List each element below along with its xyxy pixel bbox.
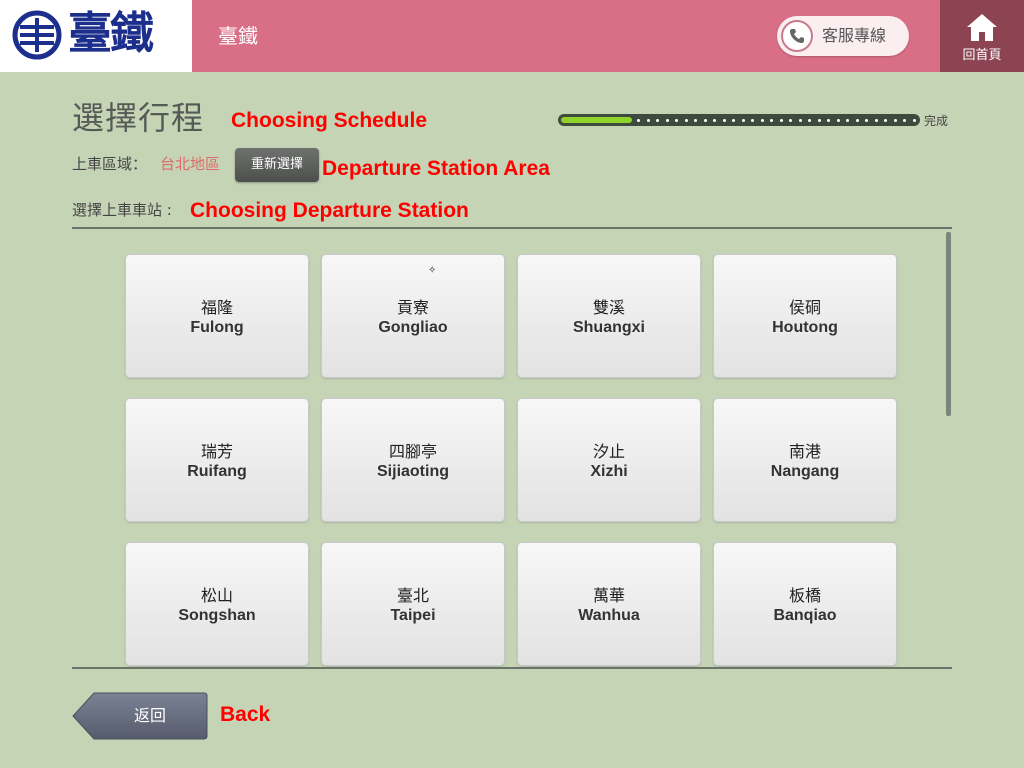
progress-bar xyxy=(558,114,920,126)
progress-step-dot xyxy=(808,119,811,122)
station-button[interactable]: 福隆 Fulong xyxy=(125,254,309,378)
station-name-en: Wanhua xyxy=(578,607,640,624)
station-button[interactable]: 萬華 Wanhua xyxy=(517,542,701,666)
progress-step-dot xyxy=(837,119,840,122)
station-name-cn: 雙溪 xyxy=(592,298,625,317)
phone-icon xyxy=(781,20,813,52)
station-button[interactable]: 南港 Nangang xyxy=(713,398,897,522)
home-icon xyxy=(967,14,997,41)
station-name-en: Houtong xyxy=(772,319,838,336)
progress-step-dot xyxy=(656,119,659,122)
customer-hotline-button[interactable]: 客服專線 xyxy=(777,16,909,56)
progress-step-dot xyxy=(675,119,678,122)
progress-step-dot xyxy=(827,119,830,122)
progress-step-dot xyxy=(903,119,906,122)
progress-step-dot xyxy=(637,119,640,122)
home-button[interactable]: 回首頁 xyxy=(940,0,1024,72)
progress-step-dot xyxy=(666,119,669,122)
cursor-icon: ✧ xyxy=(428,265,437,276)
station-name-en: Sijiaoting xyxy=(377,463,449,480)
home-label: 回首頁 xyxy=(962,48,1002,63)
station-name-en: Taipei xyxy=(390,607,436,624)
station-name-en: Nangang xyxy=(770,463,840,480)
station-name-cn: 福隆 xyxy=(200,298,233,317)
progress-step-dot xyxy=(742,119,745,122)
station-button[interactable]: 松山 Songshan xyxy=(125,542,309,666)
progress-step-dot xyxy=(913,119,916,122)
progress-step-dot xyxy=(704,119,707,122)
station-name-cn: 萬華 xyxy=(592,586,625,605)
progress-step-dot xyxy=(799,119,802,122)
station-button[interactable]: 瑞芳 Ruifang xyxy=(125,398,309,522)
station-name-en: Xizhi xyxy=(590,463,628,480)
station-name-cn: 四腳亭 xyxy=(388,442,437,461)
logo-text: 臺鐵 xyxy=(68,8,154,59)
station-name-cn: 汐止 xyxy=(592,442,625,461)
station-name-en: Banqiao xyxy=(773,607,837,624)
station-grid: 福隆 Fulong 貢寮 Gongliao 雙溪 Shuangxi 侯硐 Houtong 瑞芳 R… xyxy=(72,230,944,668)
progress-step-dot xyxy=(875,119,878,122)
top-divider xyxy=(72,227,952,229)
scrollbar[interactable] xyxy=(946,232,951,416)
station-name-cn: 松山 xyxy=(200,586,233,605)
reselect-button[interactable]: 重新選擇 xyxy=(235,148,319,182)
station-button[interactable]: 汐止 Xizhi xyxy=(517,398,701,522)
station-name-en: Songshan xyxy=(178,607,256,624)
station-name-cn: 臺北 xyxy=(396,586,429,605)
logo: 臺鐵 xyxy=(0,0,192,72)
progress-step-dot xyxy=(789,119,792,122)
progress-step-dot xyxy=(685,119,688,122)
station-prompt-annotation: Choosing Departure Station xyxy=(190,199,469,222)
progress-step-dot xyxy=(884,119,887,122)
station-button[interactable]: 貢寮 Gongliao xyxy=(321,254,505,378)
station-prompt-label: 選擇上車車站 : xyxy=(72,201,172,219)
station-name-cn: 貢寮 xyxy=(396,298,429,317)
header-bar: 臺鐵 臺鐵 客服專線 回首頁 xyxy=(0,0,1024,72)
station-name-en: Shuangxi xyxy=(572,319,645,336)
progress-step-dot xyxy=(856,119,859,122)
progress-step-dot xyxy=(818,119,821,122)
station-button[interactable]: 臺北 Taipei xyxy=(321,542,505,666)
station-name-cn: 板橋 xyxy=(788,586,821,605)
progress-step-dot xyxy=(865,119,868,122)
back-button[interactable]: 返回 xyxy=(72,692,208,740)
progress-done-label: 完成 xyxy=(924,114,949,128)
station-name-en: Gongliao xyxy=(378,319,448,336)
station-button[interactable]: 雙溪 Shuangxi xyxy=(517,254,701,378)
station-name-cn: 侯硐 xyxy=(788,298,821,317)
progress-fill xyxy=(561,117,632,123)
page-title: 選擇行程 xyxy=(72,99,205,137)
progress-step-dot xyxy=(761,119,764,122)
hotline-label: 客服專線 xyxy=(822,26,887,45)
area-value: 台北地區 xyxy=(160,155,221,173)
station-button[interactable]: 四腳亭 Sijiaoting xyxy=(321,398,505,522)
bottom-divider xyxy=(72,667,952,669)
progress-step-dot xyxy=(723,119,726,122)
back-annotation: Back xyxy=(220,703,271,726)
progress-step-dot xyxy=(846,119,849,122)
railway-emblem-icon xyxy=(12,10,62,60)
progress-step-dot xyxy=(894,119,897,122)
progress-step-dot xyxy=(694,119,697,122)
station-name-cn: 瑞芳 xyxy=(200,442,233,461)
header-title: 臺鐵 xyxy=(218,24,258,48)
station-button[interactable]: 板橋 Banqiao xyxy=(713,542,897,666)
progress-step-dot xyxy=(732,119,735,122)
station-name-cn: 南港 xyxy=(788,442,821,461)
progress-step-dot xyxy=(780,119,783,122)
progress-step-dot xyxy=(770,119,773,122)
title-annotation: Choosing Schedule xyxy=(231,109,428,132)
progress-step-dot xyxy=(751,119,754,122)
station-button[interactable]: 侯硐 Houtong xyxy=(713,254,897,378)
station-name-en: Ruifang xyxy=(187,463,247,480)
back-label: 返回 xyxy=(133,706,166,725)
area-annotation: Departure Station Area xyxy=(322,157,550,180)
progress-step-dot xyxy=(713,119,716,122)
station-name-en: Fulong xyxy=(190,319,244,336)
progress-step-dot xyxy=(647,119,650,122)
area-label: 上車區域： xyxy=(72,155,148,173)
